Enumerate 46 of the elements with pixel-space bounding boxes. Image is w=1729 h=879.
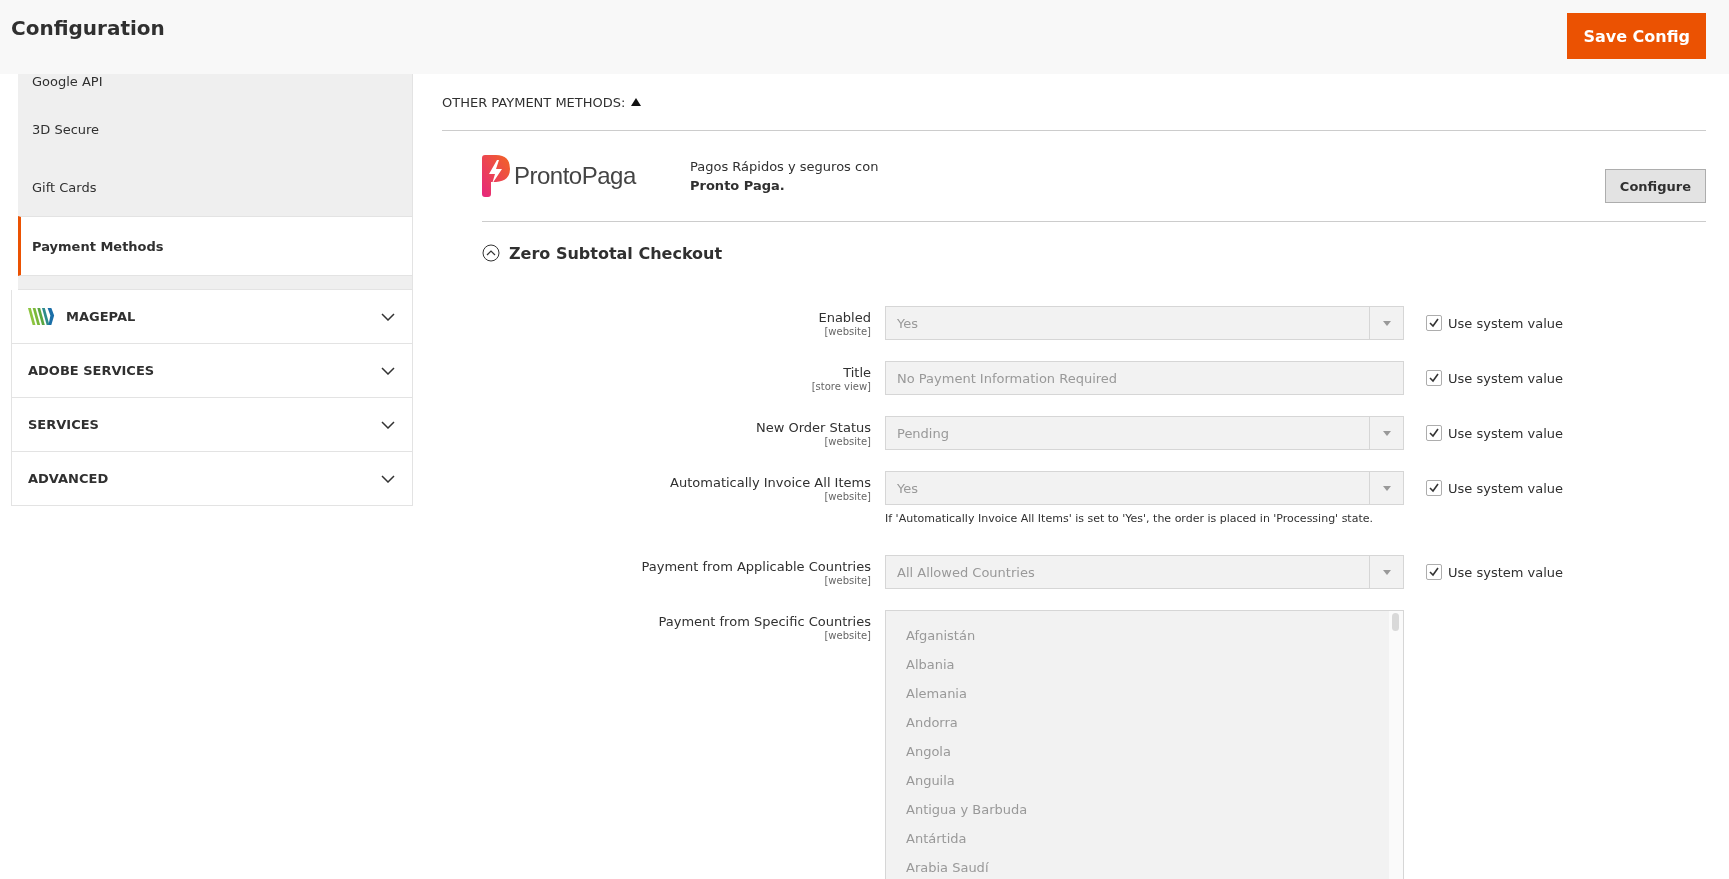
checkbox-label: Use system value — [1448, 315, 1564, 331]
section-title: ADVANCED — [28, 471, 110, 486]
sidebar-section[interactable]: ADVANCED — [11, 452, 413, 506]
section-title: MAGEPAL — [66, 309, 137, 324]
save-config-button[interactable]: Save Config — [1567, 13, 1706, 59]
field-label: Payment from Applicable Countries — [641, 559, 871, 575]
dropdown-arrow-icon — [1382, 485, 1391, 491]
section-title: SERVICES — [28, 417, 100, 432]
dropdown-arrow-icon — [1382, 430, 1391, 436]
collapse-circle-icon[interactable] — [482, 244, 500, 262]
scope-label: [website] — [824, 326, 871, 338]
page-title: Configuration — [11, 16, 165, 40]
dropdown-arrow-icon — [1382, 320, 1391, 326]
scope-label: [store view] — [811, 381, 871, 393]
field-label: Automatically Invoice All Items — [670, 475, 871, 491]
configure-button[interactable]: Configure — [1604, 169, 1706, 203]
scope-label: [website] — [824, 575, 871, 587]
sidebar-item[interactable]: Google API — [18, 74, 412, 100]
checkbox-label: Use system value — [1448, 370, 1564, 386]
scope-label: [website] — [824, 630, 871, 642]
sidebar-section[interactable]: MAGEPAL — [11, 290, 413, 344]
field-label: Title — [843, 365, 871, 381]
section-title: ADOBE SERVICES — [28, 363, 156, 378]
brand-name: Pronto Paga. — [690, 177, 786, 195]
logo-wordmark: ProntoPaga — [514, 162, 636, 190]
dropdown-arrow-icon — [1382, 569, 1391, 575]
field-label: Enabled — [818, 310, 871, 326]
checkbox-label: Use system value — [1448, 425, 1564, 441]
field-label: New Order Status — [756, 420, 871, 436]
sidebar-item[interactable]: 3D Secure — [18, 100, 412, 158]
section-heading[interactable]: OTHER PAYMENT METHODS: — [442, 94, 626, 110]
field-note: If 'Automatically Invoice All Items' is set to 'Yes', the order is placed in 'Processing' state. — [885, 512, 1374, 525]
triangle-up-icon[interactable] — [631, 98, 642, 106]
sidebar-item[interactable]: Gift Cards — [18, 158, 412, 216]
stripes-logo-icon — [28, 308, 56, 325]
sidebar-section[interactable]: ADOBE SERVICES — [11, 344, 413, 398]
group-title[interactable]: Zero Subtotal Checkout — [509, 243, 723, 263]
description-text: Pagos Rápidos y seguros con — [690, 158, 880, 176]
scope-label: [website] — [824, 491, 871, 503]
checkbox-label: Use system value — [1448, 480, 1564, 496]
sidebar-item[interactable]: Payment Methods — [18, 216, 412, 276]
field-label: Payment from Specific Countries — [658, 614, 871, 630]
checkbox-label: Use system value — [1448, 564, 1564, 580]
lightning-logo-icon — [482, 155, 510, 197]
sidebar-section[interactable]: SERVICES — [11, 398, 413, 452]
scope-label: [website] — [824, 436, 871, 448]
